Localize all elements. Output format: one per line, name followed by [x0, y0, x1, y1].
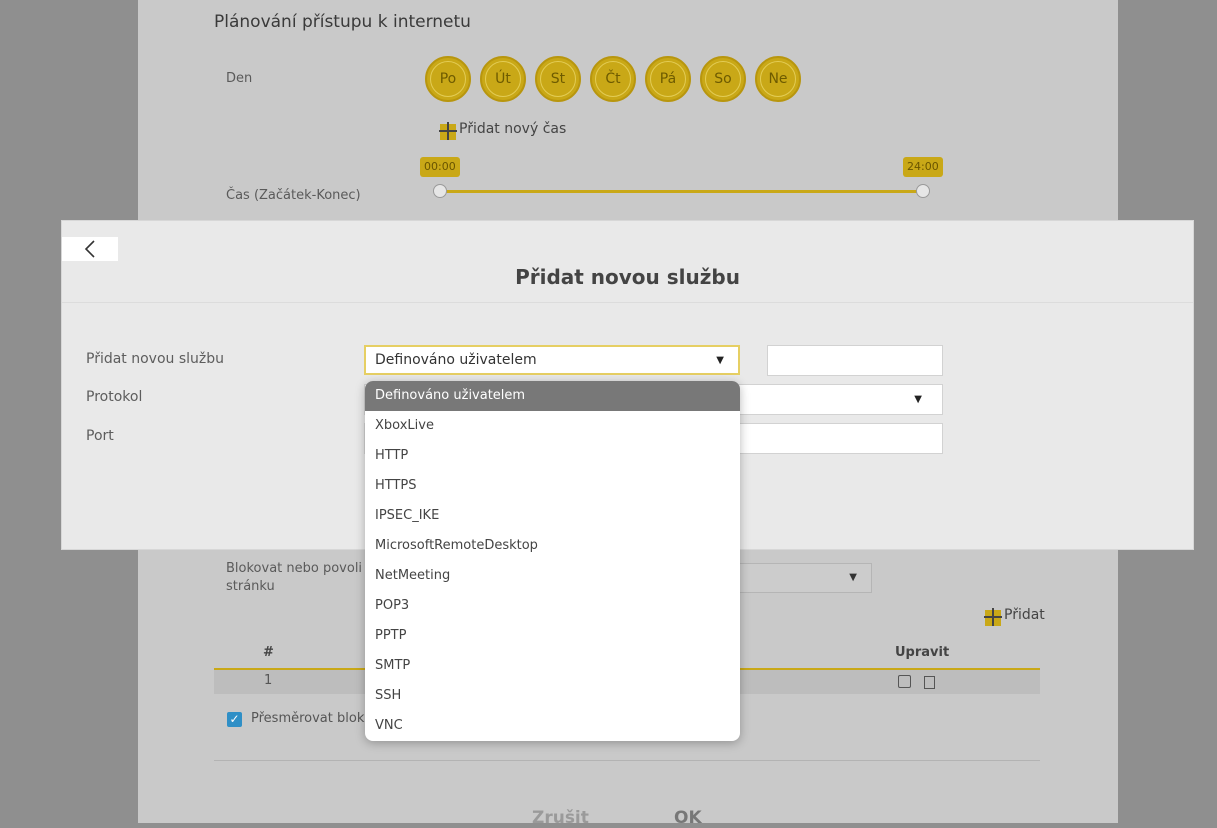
ok-button[interactable]: OK	[674, 808, 702, 828]
time-slider-track[interactable]	[439, 190, 923, 193]
option-pptp[interactable]: PPTP	[365, 621, 740, 651]
divider	[214, 760, 1040, 761]
option-ipsec-ike[interactable]: IPSEC_IKE	[365, 501, 740, 531]
option-user-defined[interactable]: Definováno uživatelem	[365, 381, 740, 411]
time-slider-start-handle[interactable]	[433, 184, 447, 198]
plus-icon[interactable]	[984, 608, 1002, 626]
option-pop3[interactable]: POP3	[365, 591, 740, 621]
block-label: Blokovat nebo povoli	[226, 561, 363, 576]
modal-title: Přidat novou službu	[515, 265, 740, 289]
day-button-wednesday[interactable]: St	[535, 56, 581, 102]
service-select[interactable]: Definováno uživatelem ▼	[364, 345, 740, 375]
back-button[interactable]	[62, 237, 118, 261]
option-vnc[interactable]: VNC	[365, 711, 740, 741]
service-name-input[interactable]	[767, 345, 943, 376]
column-number: #	[263, 645, 274, 660]
time-slider-end-handle[interactable]	[916, 184, 930, 198]
day-button-thursday[interactable]: Čt	[590, 56, 636, 102]
day-button-tuesday[interactable]: Út	[480, 56, 526, 102]
caret-down-icon: ▼	[914, 394, 922, 405]
caret-down-icon: ▼	[716, 355, 724, 366]
redirect-label: Přesměrovat blok	[251, 711, 365, 726]
schedule-section-title: Plánování přístupu k internetu	[214, 12, 471, 32]
add-rule-link[interactable]: Přidat	[1004, 607, 1045, 623]
option-smtp[interactable]: SMTP	[365, 651, 740, 681]
redirect-checkbox[interactable]: ✓	[227, 712, 242, 727]
option-netmeeting[interactable]: NetMeeting	[365, 561, 740, 591]
block-mode-select[interactable]: ▼	[734, 563, 872, 593]
cancel-button[interactable]: Zrušit	[532, 808, 589, 828]
service-select-value: Definováno uživatelem	[375, 352, 537, 368]
port-label: Port	[86, 428, 114, 444]
protocol-label: Protokol	[86, 389, 143, 405]
day-button-monday[interactable]: Po	[425, 56, 471, 102]
day-label: Den	[226, 71, 253, 86]
block-label-continued: stránku	[226, 579, 275, 594]
caret-down-icon: ▼	[849, 572, 857, 583]
option-xboxlive[interactable]: XboxLive	[365, 411, 740, 441]
modal-header-divider	[62, 302, 1193, 303]
service-dropdown-list: Definováno uživatelem XboxLive HTTP HTTP…	[365, 381, 740, 741]
trash-icon[interactable]	[924, 676, 935, 689]
option-http[interactable]: HTTP	[365, 441, 740, 471]
time-label: Čas (Začátek-Konec)	[226, 188, 361, 203]
row-number: 1	[264, 673, 273, 688]
plus-icon[interactable]	[439, 122, 457, 140]
time-end-badge: 24:00	[903, 157, 943, 177]
time-start-badge: 00:00	[420, 157, 460, 177]
option-ssh[interactable]: SSH	[365, 681, 740, 711]
day-button-saturday[interactable]: So	[700, 56, 746, 102]
day-button-sunday[interactable]: Ne	[755, 56, 801, 102]
option-https[interactable]: HTTPS	[365, 471, 740, 501]
day-button-friday[interactable]: Pá	[645, 56, 691, 102]
chevron-left-icon	[84, 240, 95, 258]
add-time-link[interactable]: Přidat nový čas	[459, 121, 566, 137]
option-microsoft-remote-desktop[interactable]: MicrosoftRemoteDesktop	[365, 531, 740, 561]
edit-icon[interactable]	[898, 675, 911, 688]
column-edit: Upravit	[895, 645, 950, 660]
checkmark-icon: ✓	[229, 712, 240, 726]
service-label: Přidat novou službu	[86, 351, 225, 367]
